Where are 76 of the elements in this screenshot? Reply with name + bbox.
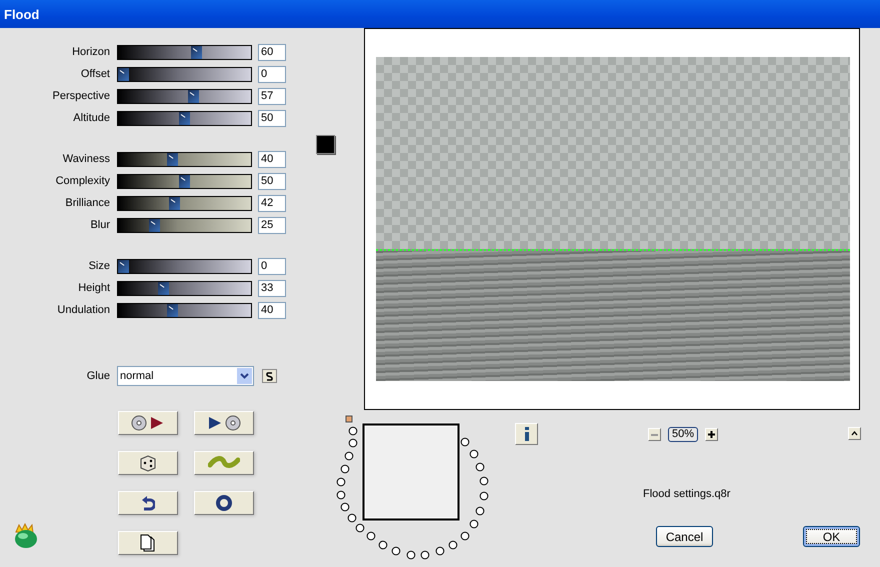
slider-track[interactable]	[117, 88, 252, 104]
slider-thumb[interactable]	[166, 304, 178, 316]
value-field[interactable]: 40	[258, 150, 286, 168]
value-field[interactable]: 50	[258, 110, 286, 126]
slider-track[interactable]	[117, 152, 252, 166]
caret-icon	[851, 431, 858, 436]
slider-track[interactable]	[117, 174, 252, 188]
value-field[interactable]: 60	[258, 44, 286, 60]
slider-thumb[interactable]	[148, 218, 160, 232]
wave-icon	[208, 456, 240, 470]
cancel-button[interactable]: Cancel	[656, 526, 713, 547]
slider-thumb[interactable]	[118, 260, 129, 272]
zoom-out-button[interactable]	[648, 428, 661, 441]
value-field[interactable]: 25	[258, 216, 286, 234]
slider-track[interactable]	[117, 258, 252, 274]
frog-logo-icon	[12, 522, 40, 550]
glue-dropdown[interactable]: normal	[117, 366, 254, 386]
s-curve-icon	[266, 372, 273, 380]
slider-label: Height	[77, 282, 110, 294]
slider-label: Size	[88, 260, 110, 272]
value-field[interactable]: 57	[258, 88, 286, 104]
slider-thumb[interactable]	[166, 152, 178, 166]
slider-label: Altitude	[72, 112, 110, 124]
ok-button[interactable]: OK	[803, 526, 860, 547]
tool-button[interactable]	[118, 411, 178, 435]
tool-button[interactable]	[118, 451, 178, 475]
value-field[interactable]: 40	[258, 302, 286, 318]
value-field[interactable]: 33	[258, 280, 286, 296]
arrow-disc-icon	[207, 415, 241, 431]
color-swatch[interactable]	[316, 135, 335, 154]
zoom-level: 50%	[668, 427, 698, 442]
disc-arrow-icon	[131, 415, 165, 431]
dice-icon	[139, 454, 157, 472]
slider-label: Brilliance	[64, 197, 110, 209]
slider-track[interactable]	[117, 280, 252, 296]
info-icon	[524, 427, 530, 441]
slider-track[interactable]	[117, 44, 252, 60]
slider-thumb[interactable]	[188, 90, 199, 102]
document-icon	[140, 534, 156, 552]
slider-label: Undulation	[56, 304, 110, 316]
tool-button[interactable]	[194, 411, 254, 435]
slider-thumb[interactable]	[179, 174, 190, 188]
undo-icon	[141, 495, 155, 511]
settings-file-name: Flood settings.q8r	[643, 488, 730, 500]
slider-track[interactable]	[117, 110, 252, 126]
slider-label: Offset	[80, 68, 110, 80]
slider-track[interactable]	[117, 302, 252, 318]
value-field[interactable]: 50	[258, 172, 286, 190]
minus-icon	[651, 434, 658, 436]
slider-thumb[interactable]	[191, 46, 202, 58]
value-field[interactable]: 42	[258, 194, 286, 212]
window-title: Flood	[0, 0, 880, 28]
info-button[interactable]	[515, 423, 538, 445]
ring-icon	[216, 495, 232, 511]
slider-label: Complexity	[54, 175, 110, 187]
value-field[interactable]: 0	[258, 258, 286, 274]
slider-track[interactable]	[117, 218, 252, 232]
slider-thumb[interactable]	[158, 282, 170, 294]
tool-button[interactable]	[118, 531, 178, 555]
zoom-in-button[interactable]	[705, 428, 718, 441]
slider-label: Blur	[89, 219, 110, 231]
tool-button[interactable]	[118, 491, 178, 515]
slider-label: Horizon	[71, 46, 110, 58]
tool-button[interactable]	[194, 491, 254, 515]
swap-button[interactable]	[262, 369, 277, 383]
slider-thumb[interactable]	[118, 68, 129, 80]
plus-icon	[708, 431, 716, 438]
slider-thumb[interactable]	[169, 196, 180, 210]
slider-thumb[interactable]	[179, 112, 190, 124]
slider-track[interactable]	[117, 196, 252, 210]
slider-label: Waviness	[62, 153, 110, 165]
glue-label: Glue	[86, 370, 110, 382]
value-field[interactable]: 0	[258, 66, 286, 82]
collapse-button[interactable]	[848, 427, 861, 440]
slider-track[interactable]	[117, 66, 252, 82]
slider-label: Perspective	[52, 90, 110, 102]
